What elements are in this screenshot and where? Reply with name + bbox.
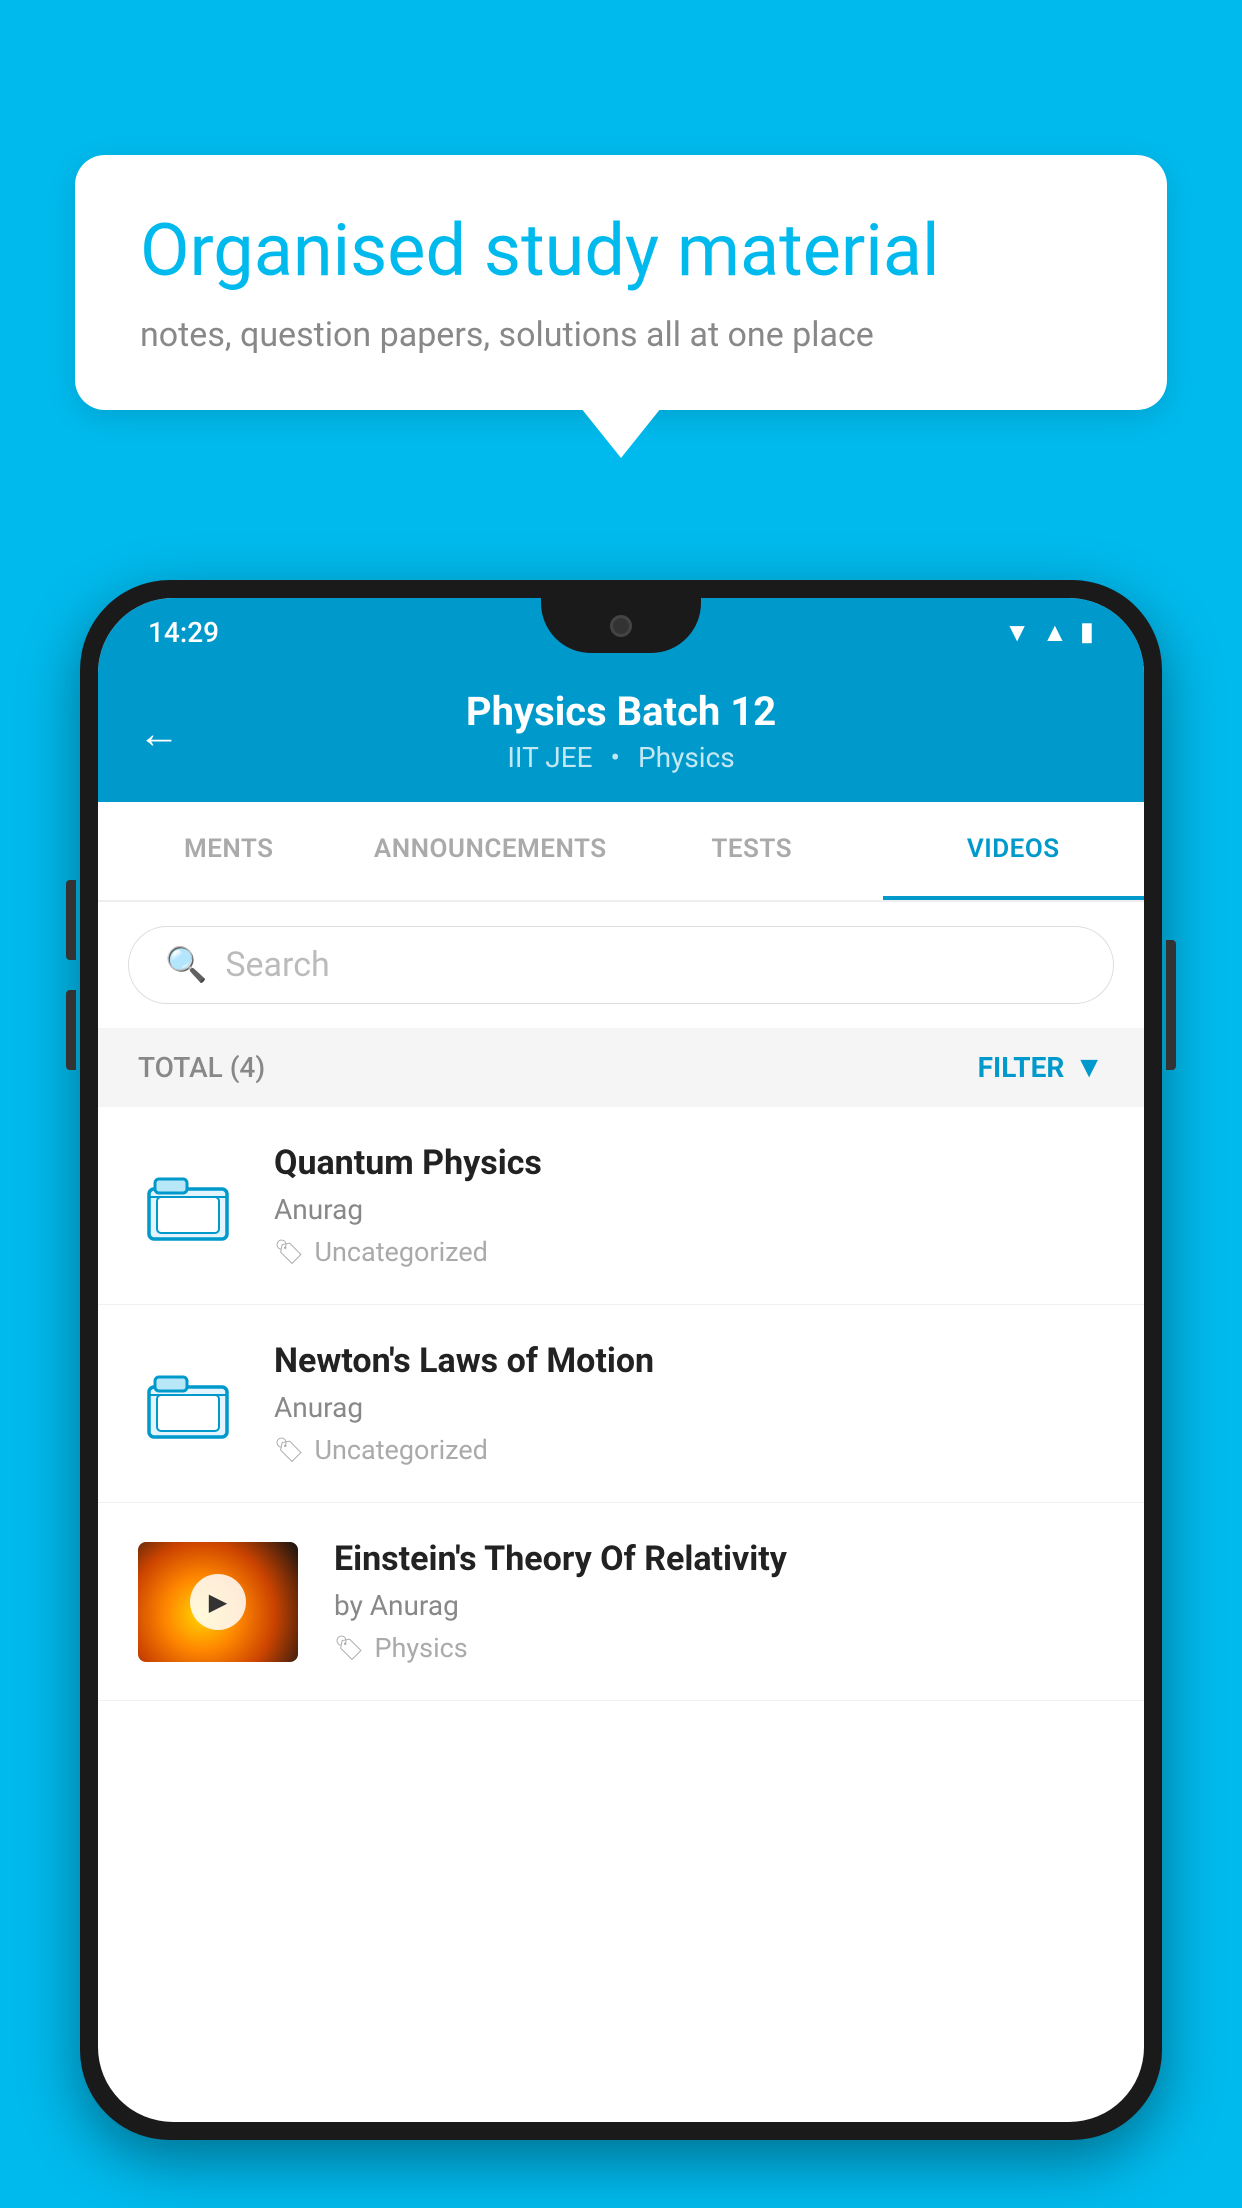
header-subtitle: IIT JEE • Physics [148, 741, 1094, 774]
video-title: Einstein's Theory Of Relativity [334, 1539, 1104, 1579]
video-info: Newton's Laws of Motion Anurag 🏷 Uncateg… [274, 1341, 1104, 1466]
wifi-icon: ▼ [1004, 617, 1030, 648]
back-button[interactable]: ← [138, 710, 180, 759]
play-button[interactable]: ▶ [190, 1574, 246, 1630]
volume-down-button [66, 990, 76, 1070]
search-container: 🔍 Search [98, 902, 1144, 1028]
filter-bar: TOTAL (4) FILTER ▼ [98, 1028, 1144, 1107]
header-dot: • [611, 741, 620, 774]
tab-announcements[interactable]: ANNOUNCEMENTS [360, 802, 622, 900]
volume-up-button [66, 880, 76, 960]
total-count: TOTAL (4) [138, 1051, 265, 1084]
video-list: Quantum Physics Anurag 🏷 Uncategorized [98, 1107, 1144, 1701]
tag-label: Uncategorized [314, 1434, 487, 1466]
video-info: Einstein's Theory Of Relativity by Anura… [334, 1539, 1104, 1664]
battery-icon: ▮ [1080, 617, 1094, 647]
tab-ments[interactable]: MENTS [98, 802, 360, 900]
video-thumbnail: ▶ [138, 1542, 298, 1662]
app-header: ← Physics Batch 12 IIT JEE • Physics [98, 666, 1144, 802]
tab-tests[interactable]: TESTS [621, 802, 883, 900]
list-item[interactable]: Quantum Physics Anurag 🏷 Uncategorized [98, 1107, 1144, 1305]
speech-bubble: Organised study material notes, question… [75, 155, 1167, 410]
tag-label: Physics [374, 1632, 467, 1664]
folder-icon [138, 1354, 238, 1454]
video-tag: 🏷 Uncategorized [274, 1434, 1104, 1466]
filter-icon: ▼ [1074, 1050, 1104, 1085]
video-author: Anurag [274, 1391, 1104, 1424]
phone-wrapper: 14:29 ▼ ▲ ▮ ← Physics Batch 12 IIT JEE •… [80, 580, 1162, 2208]
video-info: Quantum Physics Anurag 🏷 Uncategorized [274, 1143, 1104, 1268]
tag-label: Uncategorized [314, 1236, 487, 1268]
video-author: by Anurag [334, 1589, 1104, 1622]
power-button [1166, 940, 1176, 1070]
list-item[interactable]: Newton's Laws of Motion Anurag 🏷 Uncateg… [98, 1305, 1144, 1503]
tab-videos[interactable]: VIDEOS [883, 802, 1145, 900]
header-iitjee: IIT JEE [507, 741, 592, 774]
search-input[interactable]: Search [225, 945, 329, 985]
tag-icon: 🏷 [274, 1238, 304, 1266]
bubble-subtitle: notes, question papers, solutions all at… [140, 315, 1102, 355]
header-title: Physics Batch 12 [148, 688, 1094, 735]
tabs-bar: MENTS ANNOUNCEMENTS TESTS VIDEOS [98, 802, 1144, 902]
signal-icon: ▲ [1042, 617, 1068, 648]
phone-frame: 14:29 ▼ ▲ ▮ ← Physics Batch 12 IIT JEE •… [80, 580, 1162, 2140]
status-icons: ▼ ▲ ▮ [1004, 617, 1094, 648]
tag-icon: 🏷 [334, 1634, 364, 1662]
search-icon: 🔍 [165, 945, 207, 985]
status-time: 14:29 [148, 616, 219, 649]
video-title: Quantum Physics [274, 1143, 1104, 1183]
tag-icon: 🏷 [274, 1436, 304, 1464]
filter-button[interactable]: FILTER ▼ [978, 1050, 1104, 1085]
status-bar: 14:29 ▼ ▲ ▮ [98, 598, 1144, 666]
header-physics: Physics [638, 741, 735, 774]
folder-icon [138, 1156, 238, 1256]
video-title: Newton's Laws of Motion [274, 1341, 1104, 1381]
video-author: Anurag [274, 1193, 1104, 1226]
phone-screen: 14:29 ▼ ▲ ▮ ← Physics Batch 12 IIT JEE •… [98, 598, 1144, 2122]
search-bar[interactable]: 🔍 Search [128, 926, 1114, 1004]
list-item[interactable]: ▶ Einstein's Theory Of Relativity by Anu… [98, 1503, 1144, 1701]
video-tag: 🏷 Physics [334, 1632, 1104, 1664]
bubble-title: Organised study material [140, 210, 1102, 293]
video-tag: 🏷 Uncategorized [274, 1236, 1104, 1268]
filter-label: FILTER [978, 1051, 1065, 1084]
notch [541, 598, 701, 653]
camera-icon [610, 615, 632, 637]
